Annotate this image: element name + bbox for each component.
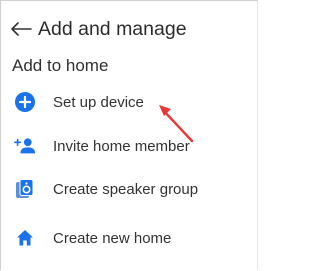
menu-item-create-new-home[interactable]: Create new home (1, 218, 257, 258)
header: Add and manage (10, 15, 187, 43)
page-title: Add and manage (38, 17, 187, 40)
menu-item-label: Create speaker group (53, 180, 199, 198)
menu-item-label: Set up device (53, 93, 144, 111)
home-icon (13, 226, 37, 250)
speaker-icon (13, 177, 37, 201)
menu-item-label: Create new home (53, 229, 172, 247)
arrow-left-icon (11, 22, 32, 36)
menu-item-create-speaker-group[interactable]: Create speaker group (1, 169, 257, 209)
menu-item-set-up-device[interactable]: Set up device (1, 82, 257, 122)
menu-item-invite-home-member[interactable]: Invite home member (1, 126, 257, 166)
plus-circle-icon (13, 90, 37, 114)
panel: Add and manage Add to home Set up device… (0, 0, 258, 270)
section-title: Add to home (12, 56, 109, 75)
back-button[interactable] (10, 17, 36, 41)
add-person-icon (13, 134, 37, 158)
menu-item-label: Invite home member (53, 137, 190, 155)
